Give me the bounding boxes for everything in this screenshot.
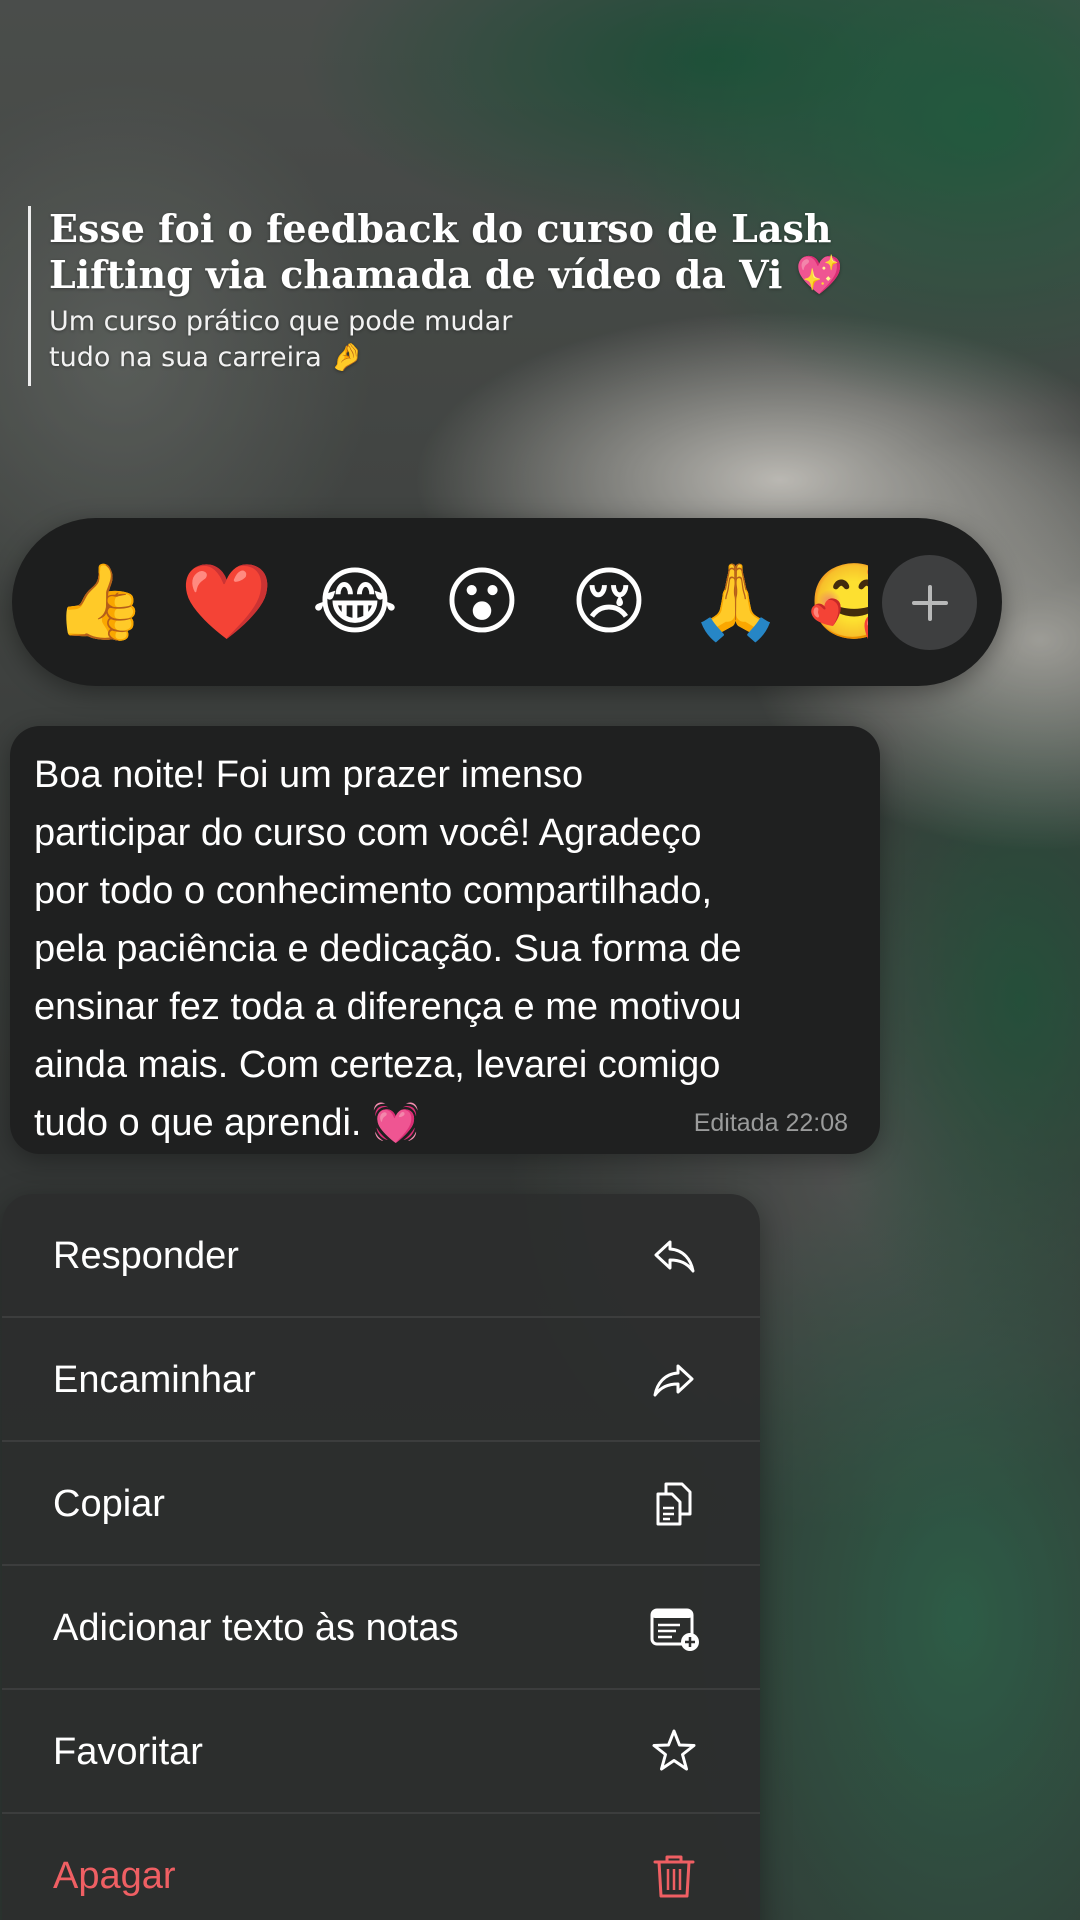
add-note-icon [650,1608,699,1651]
menu-item-reply[interactable]: Responder [2,1194,760,1318]
story-caption: Esse foi o feedback do curso de Lash Lif… [28,206,928,386]
message-status: Editada 22:08 [693,1109,848,1137]
message-context-menu: Responder Encaminhar Copiar Adicionar te… [2,1194,760,1920]
reaction-thumbs-up[interactable]: 👍 [45,518,155,686]
copy-icon [656,1482,692,1526]
reaction-smiling-face-with-hearts[interactable]: 🥰 [808,518,868,686]
menu-item-label: Apagar [53,1855,176,1897]
caption-title: Esse foi o feedback do curso de Lash Lif… [49,206,843,297]
reaction-red-heart[interactable]: ❤️ [172,518,282,686]
menu-item-delete[interactable]: Apagar [2,1814,760,1920]
menu-item-favorite[interactable]: Favoritar [2,1690,760,1814]
caption-subtitle: Um curso prático que pode mudar tudo na … [49,306,513,373]
reaction-crying-face[interactable]: 😢 [554,518,664,686]
menu-item-forward[interactable]: Encaminhar [2,1318,760,1442]
star-icon [652,1729,696,1771]
menu-item-copy[interactable]: Copiar [2,1442,760,1566]
menu-item-label: Encaminhar [53,1359,256,1401]
reaction-open-mouth[interactable]: 😮 [427,518,537,686]
message-text: Boa noite! Foi um prazer imenso particip… [34,754,742,1144]
reaction-bar: 👍 ❤️ 😂 😮 😢 🙏 🥰 [12,518,1002,686]
forward-icon [653,1364,694,1397]
menu-item-label: Copiar [53,1483,165,1525]
plus-icon [911,584,948,621]
reaction-tears-of-joy[interactable]: 😂 [300,518,410,686]
more-reactions-button[interactable] [882,555,977,650]
menu-item-label: Favoritar [53,1731,203,1773]
menu-item-label: Adicionar texto às notas [53,1607,459,1649]
message-bubble[interactable]: Boa noite! Foi um prazer imenso particip… [10,726,880,1154]
trash-icon [653,1855,695,1898]
menu-item-add-to-notes[interactable]: Adicionar texto às notas [2,1566,760,1690]
reaction-folded-hands[interactable]: 🙏 [681,518,791,686]
menu-item-label: Responder [53,1235,239,1277]
reply-icon [654,1240,695,1273]
